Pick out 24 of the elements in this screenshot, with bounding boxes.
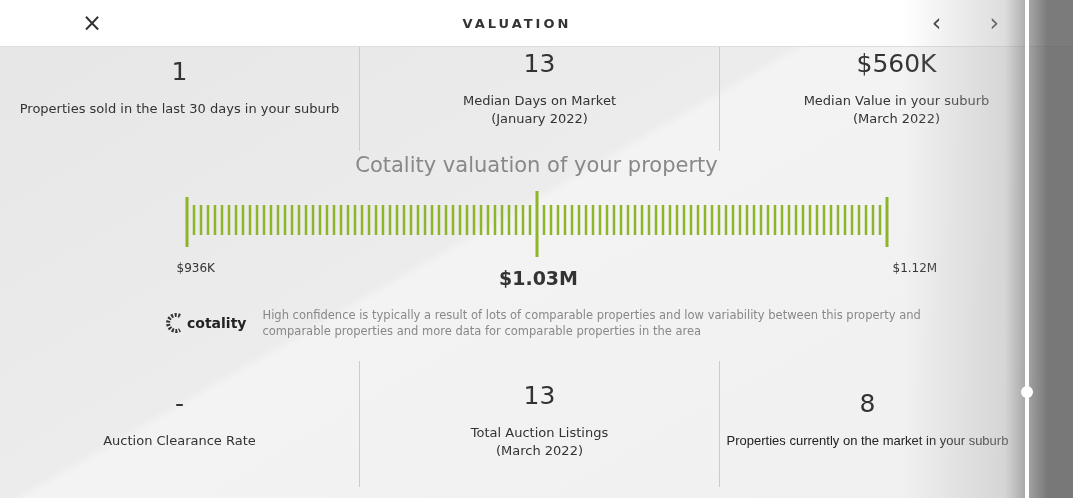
- stat-value: 13: [523, 381, 556, 410]
- stat-label: Properties sold in the last 30 days in your suburb: [19, 100, 340, 118]
- stat-label: Total Auction Listings (March 2022): [470, 424, 609, 460]
- confidence-text: High confidence is typically a result of lots of comparable properties and low variability between this property and comparable properties and more data for comparable properties in the area: [262, 307, 922, 339]
- stat-label: Median Days on Market (January 2022): [463, 92, 616, 128]
- stat-label: Median Value in your suburb (March 2022): [803, 92, 990, 128]
- high-estimate: $1.12M: [892, 261, 938, 275]
- stat-label: Auction Clearance Rate: [103, 432, 256, 450]
- stat-value: 8: [859, 389, 876, 418]
- stat-value: $560K: [856, 49, 937, 78]
- close-button[interactable]: ×: [78, 11, 107, 35]
- cotality-logo: cotality: [165, 312, 247, 334]
- previous-button[interactable]: ‹: [927, 11, 946, 35]
- valuation-title: Cotality valuation of your property: [354, 153, 719, 177]
- stat-label: Properties currently on the market in your suburb: [726, 432, 1009, 450]
- estimated-value: $1.03M: [499, 267, 578, 289]
- stat-value: -: [175, 389, 184, 418]
- scrubber-handle[interactable]: [1021, 386, 1033, 398]
- stat-value: 1: [171, 57, 188, 86]
- page-title: VALUATION: [461, 15, 573, 31]
- next-button[interactable]: ›: [985, 11, 1003, 35]
- low-estimate: $936K: [176, 261, 215, 275]
- scrubber-track[interactable]: [1025, 0, 1029, 498]
- stat-value: 13: [523, 49, 556, 78]
